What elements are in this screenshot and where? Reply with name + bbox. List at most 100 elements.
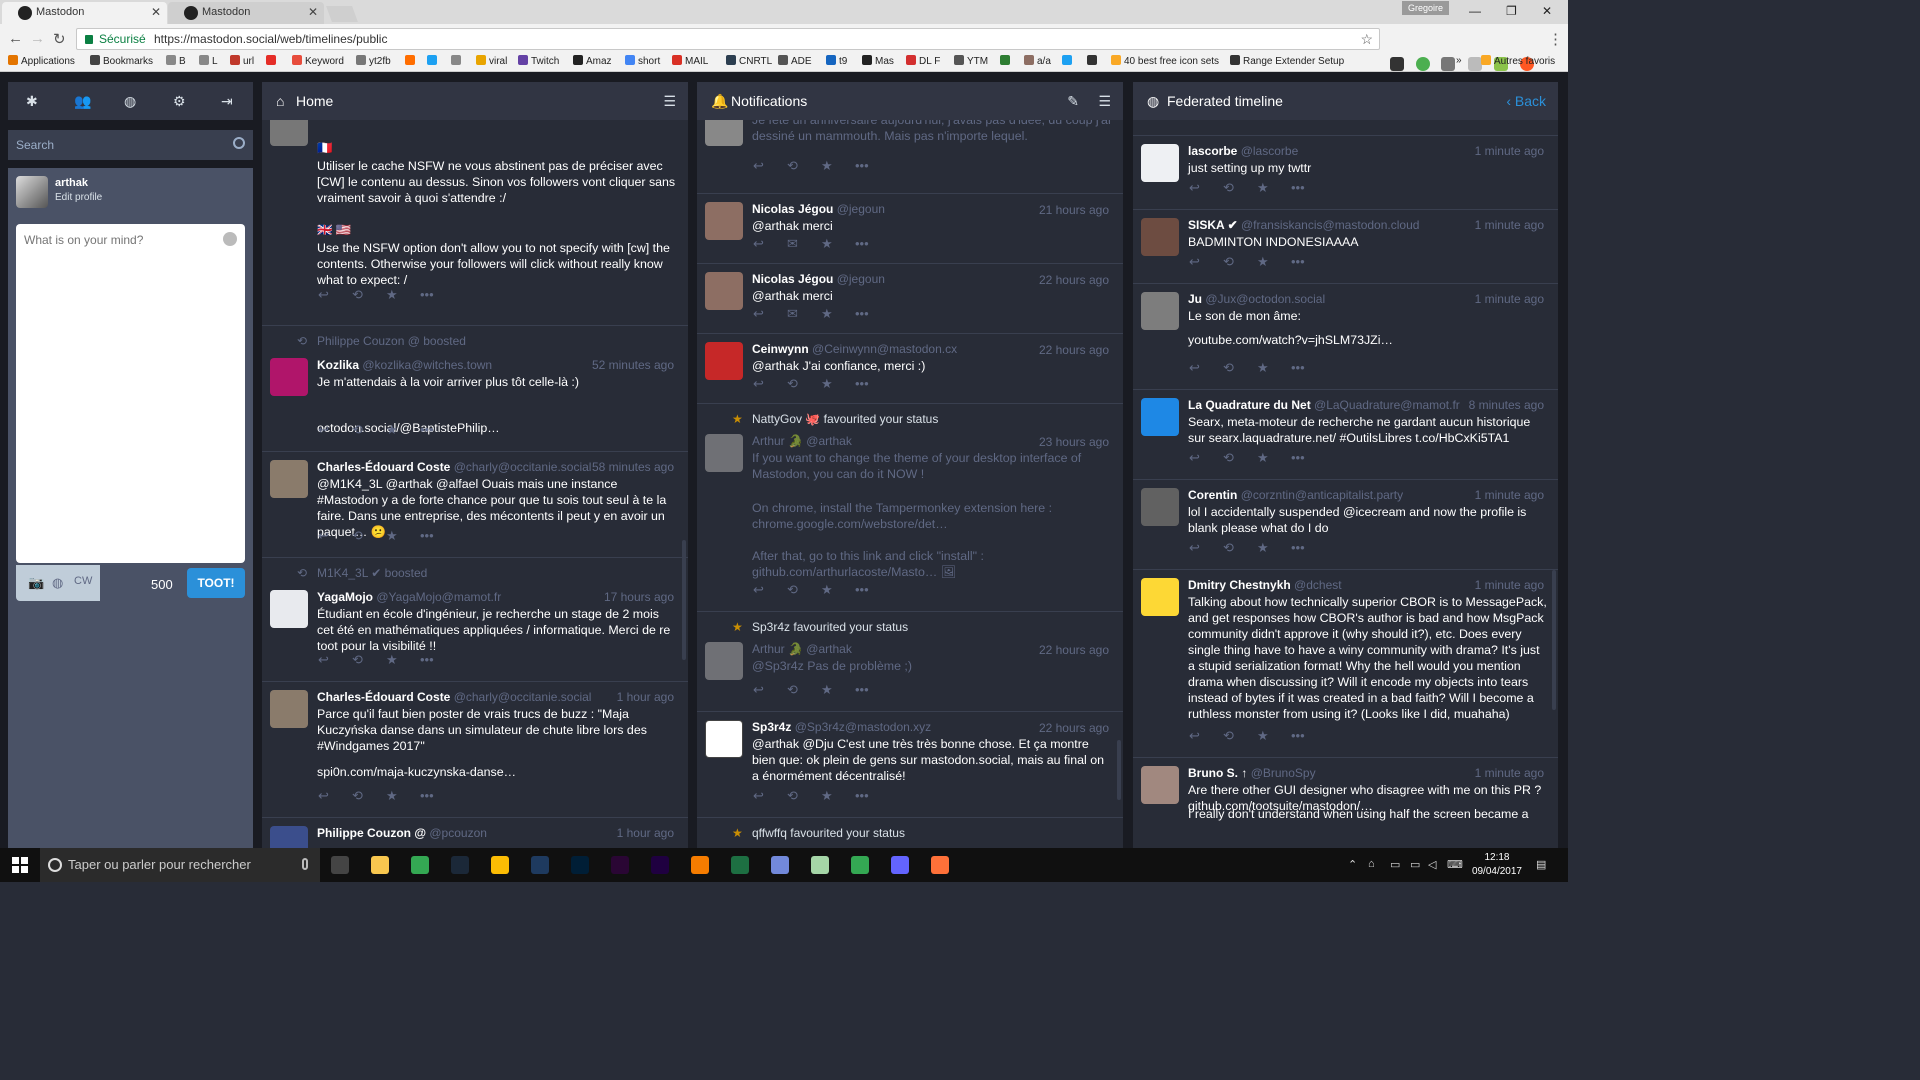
- timestamp[interactable]: 1 minute ago: [1475, 766, 1544, 780]
- avatar[interactable]: [270, 358, 308, 396]
- firefox-icon[interactable]: [931, 856, 949, 874]
- vlc-icon[interactable]: [691, 856, 709, 874]
- display-name[interactable]: Kozlika @kozlika@witches.town: [317, 358, 492, 372]
- microphone-icon[interactable]: [302, 858, 308, 870]
- search-icon[interactable]: [233, 137, 245, 149]
- timestamp[interactable]: 21 hours ago: [1039, 202, 1109, 218]
- timestamp[interactable]: 1 minute ago: [1475, 292, 1544, 306]
- bookmark-star-icon[interactable]: ☆: [1360, 29, 1373, 49]
- favourite-icon[interactable]: ★: [821, 788, 855, 804]
- boost-icon[interactable]: ⟲: [1223, 450, 1257, 466]
- bookmark-item[interactable]: [451, 55, 464, 67]
- excel-icon[interactable]: [731, 856, 749, 874]
- timestamp[interactable]: 22 hours ago: [1039, 342, 1109, 358]
- avatar[interactable]: [270, 460, 308, 498]
- favourite-icon[interactable]: ★: [821, 236, 855, 252]
- timestamp[interactable]: 58 minutes ago: [592, 460, 674, 474]
- timestamp[interactable]: 8 minutes ago: [1469, 398, 1544, 412]
- settings-sliders-icon[interactable]: ☰: [663, 82, 676, 120]
- favourite-icon[interactable]: ★: [821, 376, 855, 392]
- reply-icon[interactable]: ↩: [753, 158, 787, 174]
- settings-sliders-icon[interactable]: ☰: [1098, 82, 1111, 120]
- display-name[interactable]: Arthur 🐊 @arthak: [752, 642, 852, 656]
- status-item[interactable]: lascorbe @lascorbe 1 minute ago just setti…: [1133, 136, 1558, 210]
- avatar[interactable]: [1141, 578, 1179, 616]
- status-item[interactable]: ↩⟲★•••: [1133, 120, 1558, 136]
- boost-icon[interactable]: ⟲: [1223, 728, 1257, 744]
- notifications-list[interactable]: Je fête un anniversaire aujourd'hui, j'a…: [697, 120, 1123, 848]
- more-icon[interactable]: •••: [420, 652, 454, 667]
- display-name[interactable]: Nicolas Jégou @jegoun: [752, 272, 885, 286]
- toot-button[interactable]: TOOT!: [187, 568, 245, 598]
- getting-started-icon[interactable]: ✱: [26, 93, 38, 110]
- boost-icon[interactable]: ⟲: [352, 652, 386, 668]
- avatar[interactable]: [705, 720, 743, 758]
- gear-icon[interactable]: ⚙: [173, 93, 186, 110]
- logout-icon[interactable]: ⇥: [221, 93, 233, 110]
- reply-icon[interactable]: ↩: [753, 236, 787, 252]
- boost-icon[interactable]: ⟲: [787, 376, 821, 392]
- timestamp[interactable]: 17 hours ago: [604, 590, 674, 604]
- avatar[interactable]: [270, 120, 308, 146]
- boost-icon[interactable]: ⟲: [1223, 360, 1257, 376]
- status-item[interactable]: Ju @Jux@octodon.social 1 minute ago Le son…: [1133, 284, 1558, 390]
- bookmark-item[interactable]: viral: [476, 55, 507, 67]
- reply-icon[interactable]: ↩: [1189, 450, 1223, 466]
- bookmark-item[interactable]: ADE: [778, 55, 812, 67]
- bookmark-item[interactable]: [1087, 55, 1100, 67]
- more-icon[interactable]: •••: [420, 528, 454, 543]
- maximize-icon[interactable]: ❐: [1506, 4, 1517, 18]
- status-item[interactable]: La Quadrature du Net @LaQuadrature@mamot…: [1133, 390, 1558, 480]
- favourite-icon[interactable]: ★: [821, 582, 855, 598]
- boost-icon[interactable]: ⟲: [787, 788, 821, 804]
- federated-timeline[interactable]: ↩⟲★•••lascorbe @lascorbe1 minute agojust…: [1133, 120, 1558, 848]
- bookmark-item[interactable]: yt2fb: [356, 55, 391, 67]
- favourite-icon[interactable]: ★: [821, 306, 855, 322]
- avatar[interactable]: [705, 342, 743, 380]
- notification-item[interactable]: ★ NattyGov 🐙 favourited your status Arthur…: [697, 404, 1123, 612]
- favourite-icon[interactable]: ★: [1257, 540, 1291, 556]
- boost-icon[interactable]: ⟲: [787, 582, 821, 598]
- url-text[interactable]: https://mastodon.social/web/timelines/pu…: [154, 29, 387, 49]
- globe-icon[interactable]: ◍: [52, 575, 63, 591]
- bookmark-item[interactable]: t9: [826, 55, 847, 67]
- notification-item[interactable]: Nicolas Jégou @jegoun 22 hours ago @arthak…: [697, 264, 1123, 334]
- compose-textarea[interactable]: [16, 224, 245, 563]
- minimize-icon[interactable]: —: [1469, 4, 1481, 18]
- favourite-icon[interactable]: ★: [1257, 728, 1291, 744]
- avatar[interactable]: [1141, 488, 1179, 526]
- display-icon[interactable]: ▭: [1410, 858, 1420, 871]
- task-view-icon[interactable]: [331, 856, 349, 874]
- avatar[interactable]: [270, 826, 308, 848]
- bookmark-item[interactable]: [1000, 55, 1013, 67]
- avatar[interactable]: [705, 434, 743, 472]
- notification-item[interactable]: Ceinwynn @Ceinwynn@mastodon.cx 22 hours a…: [697, 334, 1123, 404]
- favourite-icon[interactable]: ★: [386, 652, 420, 668]
- avatar[interactable]: [270, 690, 308, 728]
- status-item[interactable]: Dmitry Chestnykh @dchest 1 minute ago Talk…: [1133, 570, 1558, 758]
- scrollbar[interactable]: [1117, 740, 1121, 800]
- clear-eraser-icon[interactable]: ✎: [1067, 82, 1079, 120]
- favourite-icon[interactable]: ★: [386, 788, 420, 804]
- status-item[interactable]: Corentin @corzntin@anticapitalist.party 1…: [1133, 480, 1558, 570]
- boost-icon[interactable]: ✉: [787, 306, 821, 322]
- avatar[interactable]: [1141, 398, 1179, 436]
- reply-icon[interactable]: ↩: [1189, 360, 1223, 376]
- close-tab-icon[interactable]: ✕: [308, 5, 318, 19]
- avatar[interactable]: [1141, 766, 1179, 804]
- tab-mastodon-2[interactable]: Mastodon ✕: [168, 2, 324, 24]
- timestamp[interactable]: 23 hours ago: [1039, 434, 1109, 450]
- status-item[interactable]: Charles-Édouard Coste @charly@occitanie.…: [262, 682, 688, 818]
- timestamp[interactable]: 1 minute ago: [1475, 578, 1544, 592]
- bookmark-item[interactable]: YTM: [954, 55, 988, 67]
- reply-icon[interactable]: ↩: [753, 682, 787, 698]
- forward-icon[interactable]: →: [30, 30, 45, 47]
- network-icon[interactable]: ⌂: [1368, 858, 1375, 870]
- bookmark-item[interactable]: Amaz: [573, 55, 612, 67]
- boost-icon[interactable]: ⟲: [1223, 180, 1257, 196]
- more-icon[interactable]: •••: [420, 788, 454, 803]
- federated-column-header[interactable]: ◍ Federated timeline ‹ Back: [1133, 82, 1558, 120]
- more-icon[interactable]: •••: [855, 582, 889, 597]
- scrollbar[interactable]: [1552, 570, 1556, 710]
- notification-item[interactable]: ★ Sp3r4z favourited your status Arthur 🐊 @…: [697, 612, 1123, 712]
